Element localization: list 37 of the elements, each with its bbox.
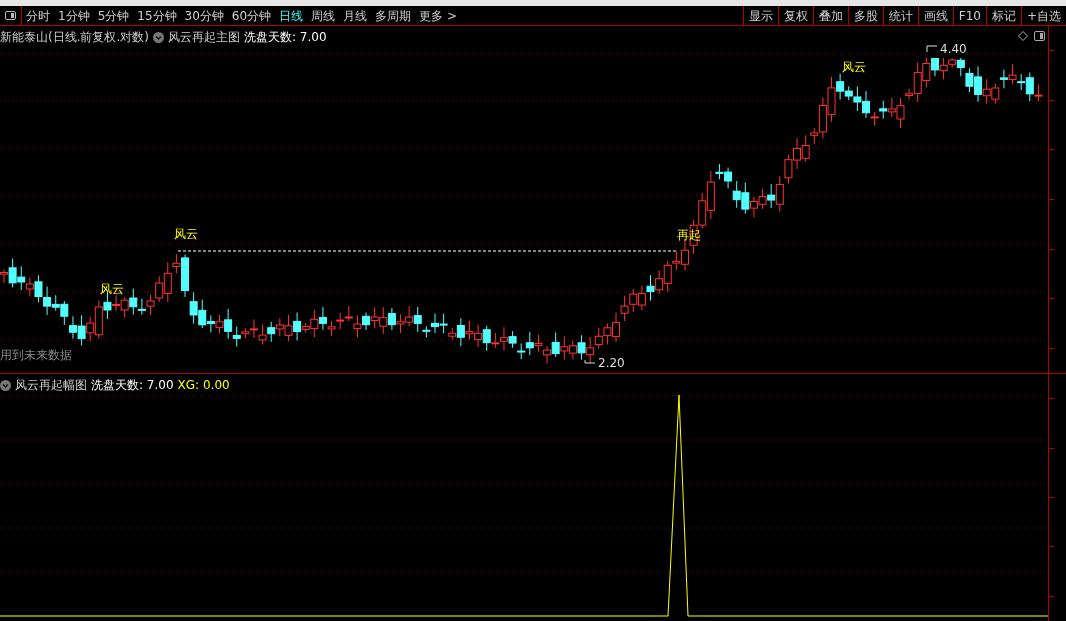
chevron-down-icon[interactable]: [153, 31, 164, 43]
diamond-icon[interactable]: [1018, 31, 1028, 41]
period-tab[interactable]: 60分钟: [231, 6, 272, 25]
toolbar-button[interactable]: 复权: [777, 6, 813, 25]
indicator-parameter: 洗盘天数: 7.00: [244, 29, 327, 46]
signal-label: 风云: [174, 226, 198, 243]
low-price-label: 2.20: [598, 355, 625, 372]
toolbar-button[interactable]: +自选: [1020, 6, 1066, 25]
high-price-label: 4.40: [940, 41, 967, 58]
indicator-name: 风云再起幅图: [15, 377, 87, 394]
indicator-parameter: 洗盘天数: 7.00: [91, 377, 174, 394]
panel-toggle-icon[interactable]: [1034, 31, 1045, 41]
signal-label: 风云: [842, 59, 866, 76]
stock-title: 新能泰山(日线.前复权.对数): [0, 29, 149, 46]
toolbar-button[interactable]: 显示: [742, 6, 778, 25]
toolbar-button[interactable]: F10: [952, 6, 986, 25]
toolbar-button[interactable]: 标记: [985, 6, 1021, 25]
period-tab[interactable]: 多周期: [375, 6, 412, 25]
period-tab[interactable]: 周线: [311, 6, 336, 25]
period-tab[interactable]: 5分钟: [97, 6, 130, 25]
period-tab[interactable]: 30分钟: [184, 6, 224, 25]
period-tab[interactable]: 更多 >: [419, 6, 457, 25]
period-tab[interactable]: 月线: [343, 6, 368, 25]
warning-text: 用到未来数据: [0, 347, 72, 364]
period-tab[interactable]: 1分钟: [58, 6, 90, 25]
period-tab[interactable]: 日线: [279, 6, 304, 25]
indicator-name: 风云再起主图: [168, 29, 240, 46]
panel-toggle-icon[interactable]: [5, 11, 16, 20]
toolbar-button[interactable]: 统计: [882, 6, 918, 25]
indicator-output: XG: 0.00: [177, 377, 230, 394]
period-tab[interactable]: 分时: [26, 6, 50, 25]
period-tab[interactable]: 15分钟: [137, 6, 177, 25]
toolbar-button[interactable]: 叠加: [812, 6, 848, 25]
signal-label: 风云: [100, 281, 124, 298]
chevron-down-icon[interactable]: [0, 379, 11, 391]
toolbar-button[interactable]: 画线: [917, 6, 953, 25]
toolbar-button[interactable]: 多股: [847, 6, 883, 25]
